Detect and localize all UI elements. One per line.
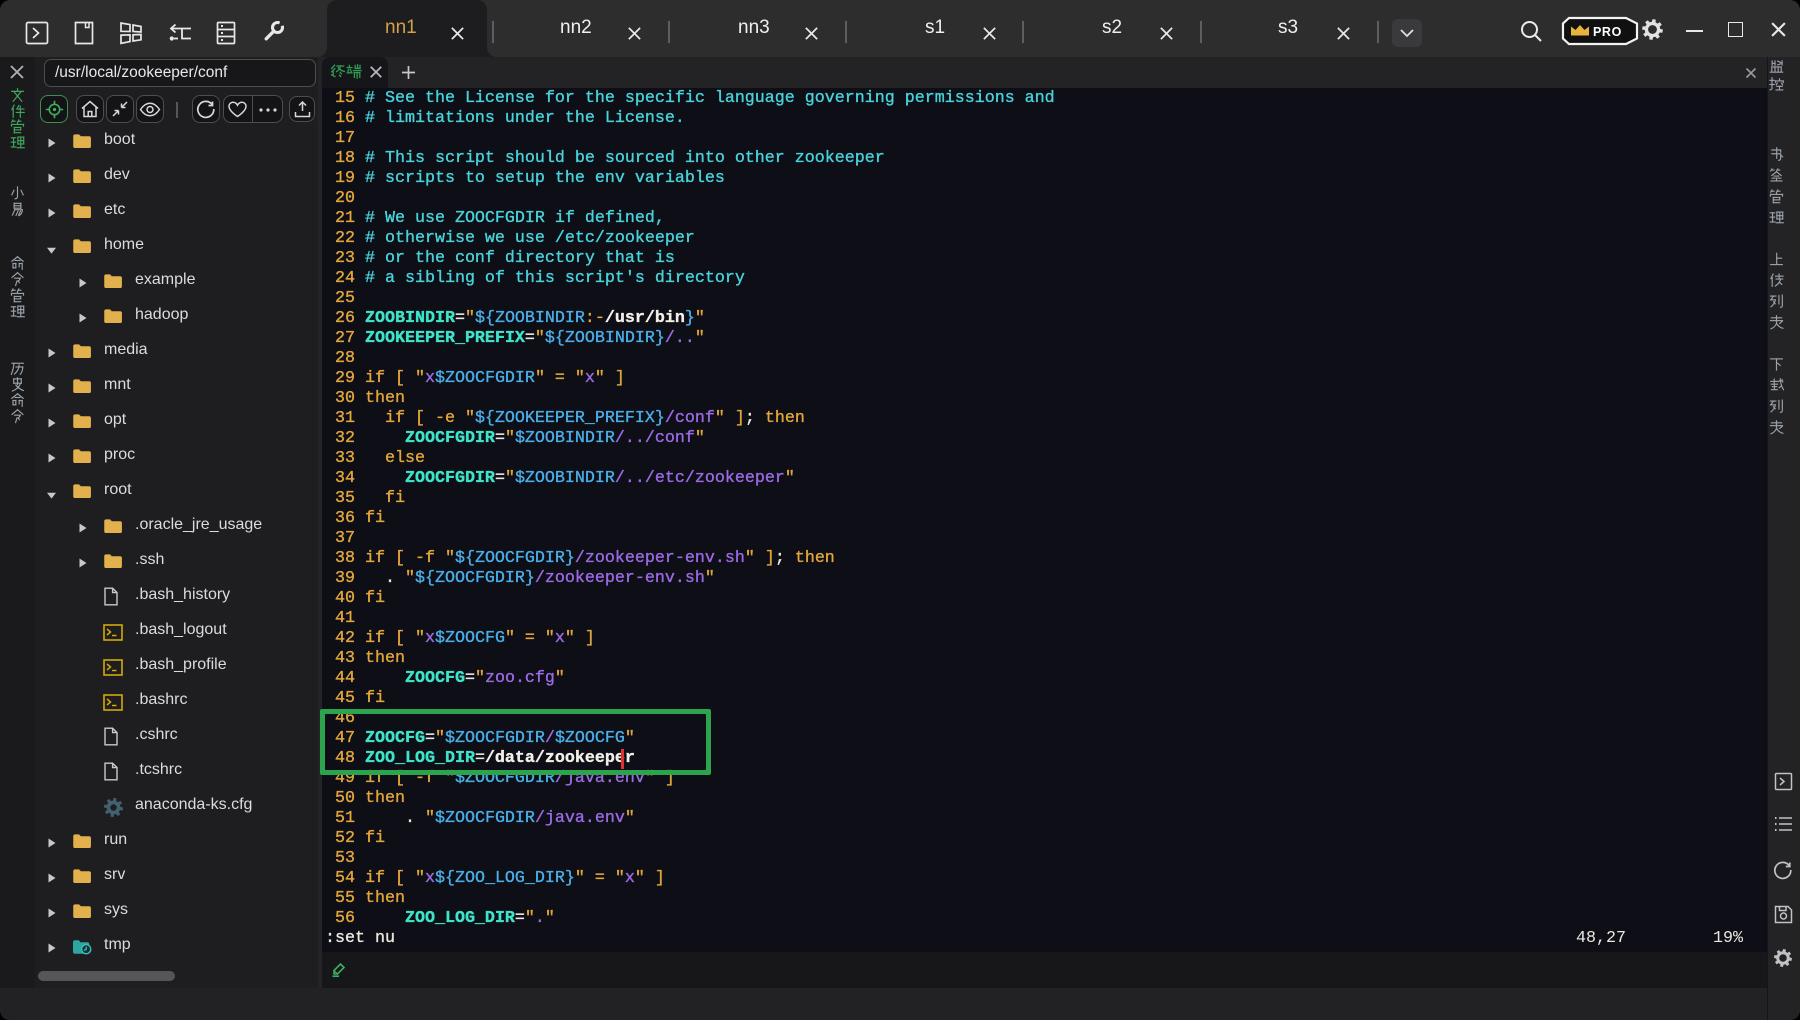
svg-text:PRO: PRO <box>1593 25 1622 39</box>
